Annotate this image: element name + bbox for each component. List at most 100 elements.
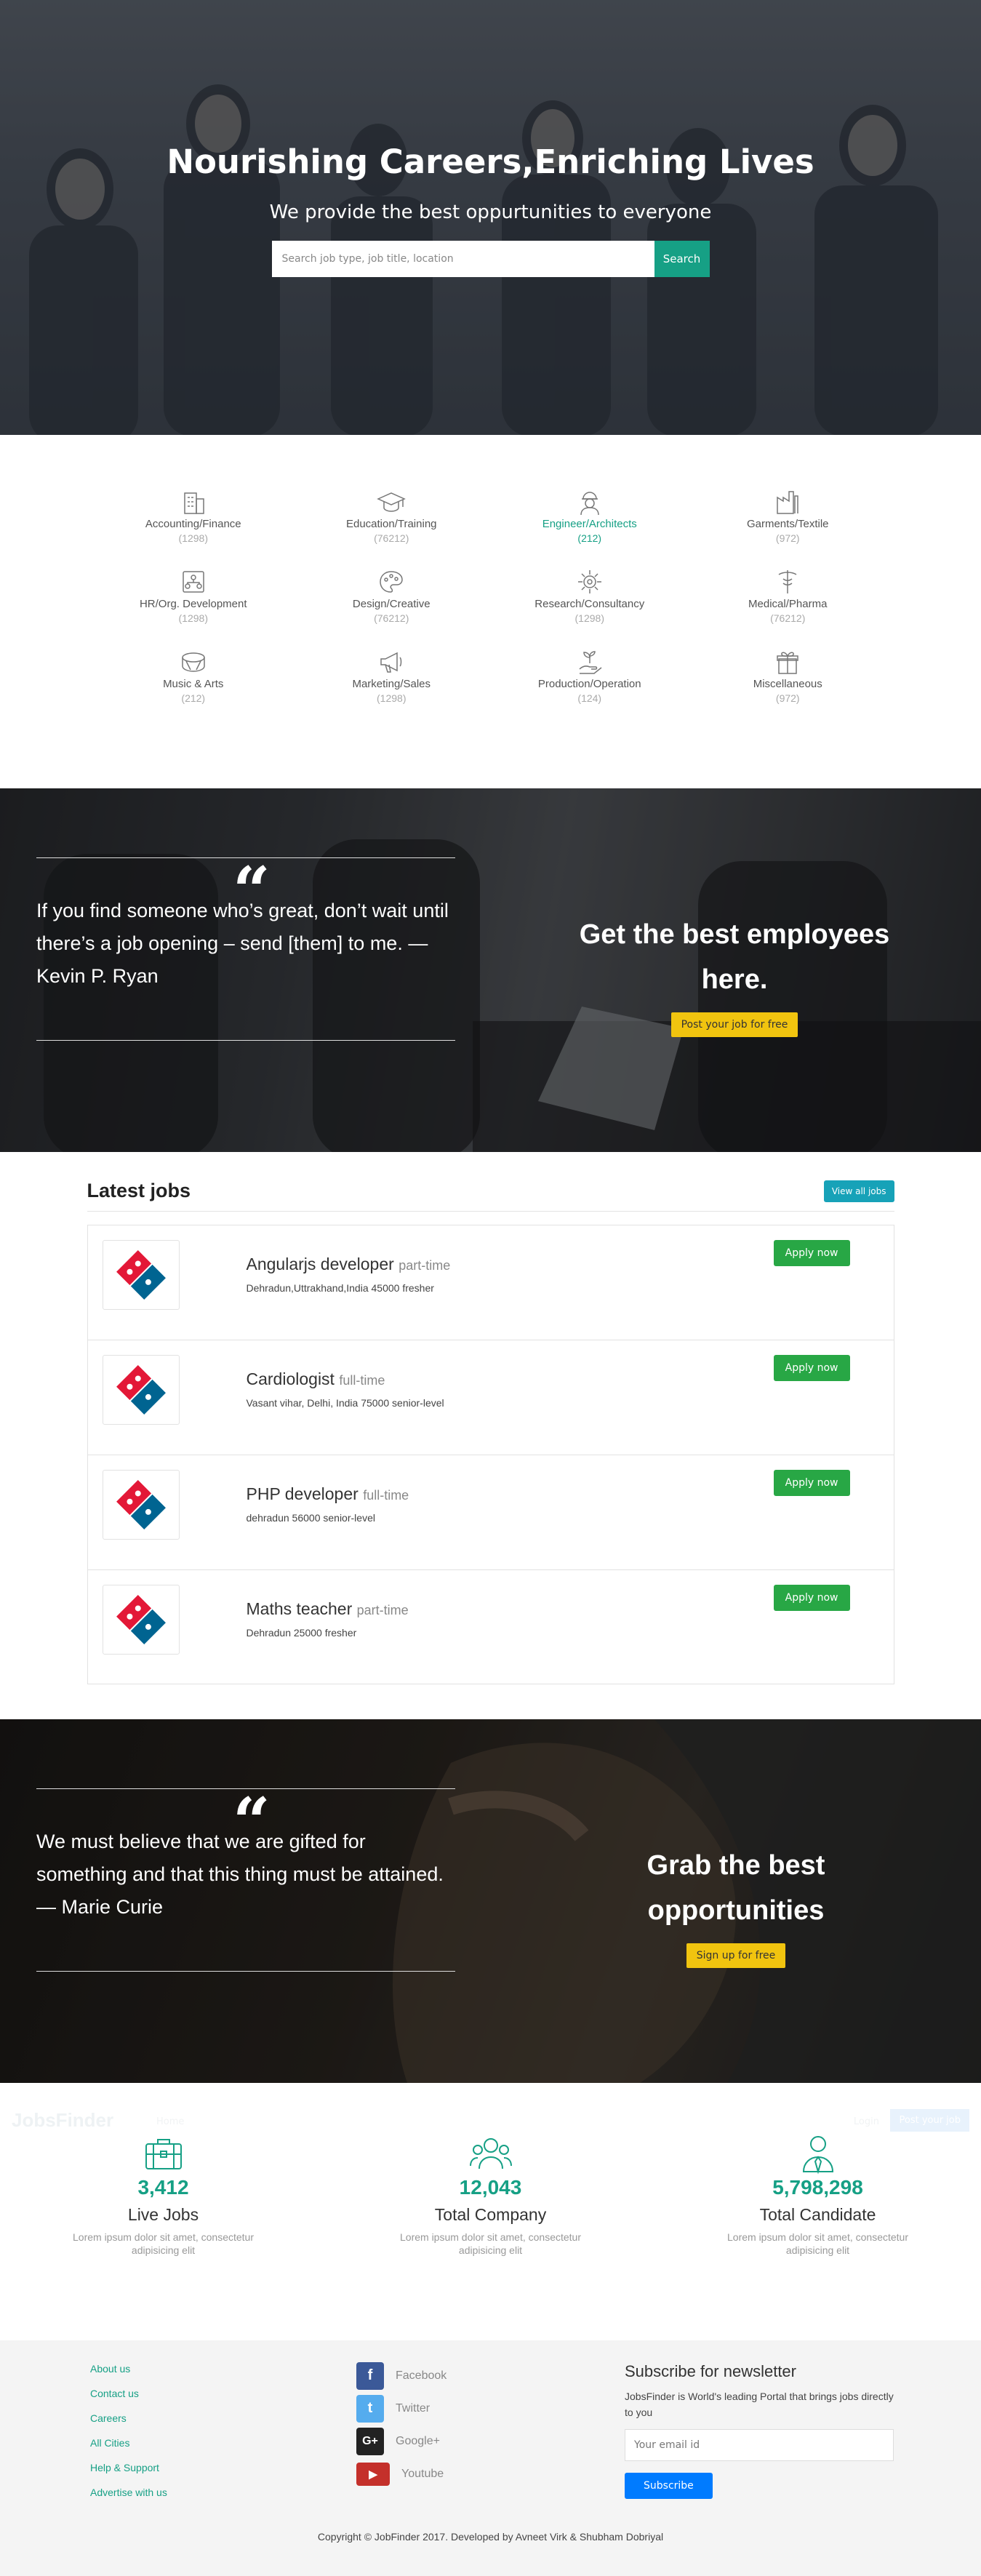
category-count: (76212): [292, 532, 491, 544]
job-meta: Vasant vihar, Delhi, India 75000 senior-…: [247, 1397, 444, 1409]
subscribe-button[interactable]: Subscribe: [625, 2473, 713, 2499]
google-plus-icon: G+: [356, 2428, 384, 2455]
job-title[interactable]: Cardiologist full-time: [247, 1369, 385, 1389]
job-card[interactable]: Maths teacher part-time Dehradun 25000 f…: [88, 1570, 894, 1684]
category-garments[interactable]: Garments/Textile (972): [689, 487, 887, 548]
quote-box: “ We must believe that we are gifted for…: [36, 1788, 455, 1972]
category-engineer[interactable]: Engineer/Architects (212): [491, 487, 689, 548]
company-logo: [103, 1240, 180, 1310]
stat-number: 3,412: [0, 2176, 327, 2199]
category-name: Engineer/Architects: [491, 518, 689, 530]
footer-link-about[interactable]: About us: [90, 2361, 167, 2385]
company-logo: [103, 1355, 180, 1425]
job-title[interactable]: Angularjs developer part-time: [247, 1255, 451, 1274]
category-research[interactable]: Research/Consultancy (1298): [491, 567, 689, 628]
job-title-text: Maths teacher: [247, 1599, 353, 1618]
job-card[interactable]: Cardiologist full-time Vasant vihar, Del…: [88, 1340, 894, 1455]
candidate-icon: [796, 2131, 840, 2175]
stat-total-company: 12,043 Total Company Lorem ipsum dolor s…: [327, 2131, 654, 2257]
view-all-jobs-button[interactable]: View all jobs: [824, 1180, 894, 1202]
quote-text: If you find someone who’s great, don’t w…: [36, 895, 455, 993]
nav-post-job-button[interactable]: Post your job: [890, 2109, 969, 2132]
social-youtube[interactable]: ▶ Youtube: [356, 2457, 447, 2490]
category-music[interactable]: Music & Arts (212): [95, 647, 293, 708]
stat-description: Lorem ipsum dolor sit amet, consectetur …: [55, 2231, 273, 2257]
company-logo: [103, 1585, 180, 1655]
footer-social: f Facebook t Twitter G+ Google+ ▶ Youtub…: [356, 2359, 447, 2490]
category-count: (1298): [491, 612, 689, 624]
job-search-input[interactable]: Search job type, job title, location: [272, 241, 654, 277]
category-name: Medical/Pharma: [689, 598, 887, 610]
team-icon: [469, 2131, 513, 2175]
search-button[interactable]: Search: [654, 241, 710, 277]
apply-now-button[interactable]: Apply now: [774, 1585, 850, 1611]
job-meta: Dehradun,Uttrakhand,India 45000 fresher: [247, 1282, 434, 1294]
palette-icon: [377, 567, 406, 596]
jobs-title: Latest jobs: [87, 1180, 191, 1202]
graduation-cap-icon: [377, 487, 406, 516]
category-accounting[interactable]: Accounting/Finance (1298): [95, 487, 293, 548]
footer-link-advertise[interactable]: Advertise with us: [90, 2484, 167, 2509]
category-count: (124): [491, 692, 689, 704]
social-twitter[interactable]: t Twitter: [356, 2392, 447, 2425]
category-education[interactable]: Education/Training (76212): [292, 487, 491, 548]
apply-now-button[interactable]: Apply now: [774, 1240, 850, 1266]
email-field[interactable]: Your email id: [625, 2429, 894, 2461]
nav-login-link[interactable]: Login: [854, 2116, 879, 2127]
category-count: (212): [95, 692, 293, 704]
category-design[interactable]: Design/Creative (76212): [292, 567, 491, 628]
employer-banner: “ If you find someone who’s great, don’t…: [0, 788, 981, 1152]
category-count: (1298): [95, 612, 293, 624]
stats-section: JobsFinder Home Login Post your job 3,41…: [0, 2083, 981, 2340]
category-hr[interactable]: HR/Org. Development (1298): [95, 567, 293, 628]
megaphone-icon: [377, 647, 406, 676]
stat-number: 5,798,298: [654, 2176, 981, 2199]
nav-home-link[interactable]: Home: [156, 2116, 184, 2127]
footer-link-careers[interactable]: Careers: [90, 2410, 167, 2435]
stat-label: Total Company: [327, 2205, 654, 2225]
category-marketing[interactable]: Marketing/Sales (1298): [292, 647, 491, 708]
job-meta: dehradun 56000 senior-level: [247, 1512, 375, 1524]
footer-link-help[interactable]: Help & Support: [90, 2460, 167, 2484]
briefcase-icon: [142, 2131, 185, 2175]
job-title[interactable]: PHP developer full-time: [247, 1484, 409, 1504]
quote-text: We must believe that we are gifted for s…: [36, 1825, 455, 1924]
social-facebook[interactable]: f Facebook: [356, 2359, 447, 2392]
candidate-banner: “ We must believe that we are gifted for…: [0, 1719, 981, 2083]
job-title[interactable]: Maths teacher part-time: [247, 1599, 409, 1619]
category-production[interactable]: Production/Operation (124): [491, 647, 689, 708]
brand-logo[interactable]: JobsFinder: [12, 2109, 113, 2132]
apply-now-button[interactable]: Apply now: [774, 1470, 850, 1496]
stat-number: 12,043: [327, 2176, 654, 2199]
category-medical[interactable]: Medical/Pharma (76212): [689, 567, 887, 628]
apply-now-button[interactable]: Apply now: [774, 1355, 850, 1381]
engineer-icon: [575, 487, 604, 516]
gift-icon: [773, 647, 802, 676]
footer-link-cities[interactable]: All Cities: [90, 2435, 167, 2460]
job-card[interactable]: PHP developer full-time dehradun 56000 s…: [88, 1455, 894, 1570]
employer-cta: Get the best employees here. Post your j…: [574, 912, 894, 1037]
post-job-button[interactable]: Post your job for free: [671, 1012, 798, 1037]
footer: About us Contact us Careers All Cities H…: [0, 2340, 981, 2576]
dominos-logo-icon: [112, 1591, 170, 1649]
category-name: Production/Operation: [491, 678, 689, 690]
social-label: Google+: [396, 2435, 440, 2448]
job-title-text: Cardiologist: [247, 1369, 335, 1388]
job-card[interactable]: Angularjs developer part-time Dehradun,U…: [88, 1225, 894, 1340]
stat-description: Lorem ipsum dolor sit amet, consectetur …: [709, 2231, 927, 2257]
dominos-logo-icon: [112, 1476, 170, 1534]
category-count: (212): [491, 532, 689, 544]
category-count: (1298): [292, 692, 491, 704]
category-name: Education/Training: [292, 518, 491, 530]
social-google-plus[interactable]: G+ Google+: [356, 2425, 447, 2457]
youtube-icon: ▶: [356, 2463, 390, 2486]
twitter-icon: t: [356, 2395, 384, 2423]
medical-icon: [773, 567, 802, 596]
category-count: (1298): [95, 532, 293, 544]
footer-link-contact[interactable]: Contact us: [90, 2385, 167, 2410]
category-miscellaneous[interactable]: Miscellaneous (972): [689, 647, 887, 708]
hero-section: Nourishing Careers,Enriching Lives We pr…: [0, 0, 981, 435]
copyright: Copyright © JobFinder 2017. Developed by…: [0, 2531, 981, 2543]
sign-up-button[interactable]: Sign up for free: [686, 1943, 786, 1968]
category-count: (972): [689, 692, 887, 704]
